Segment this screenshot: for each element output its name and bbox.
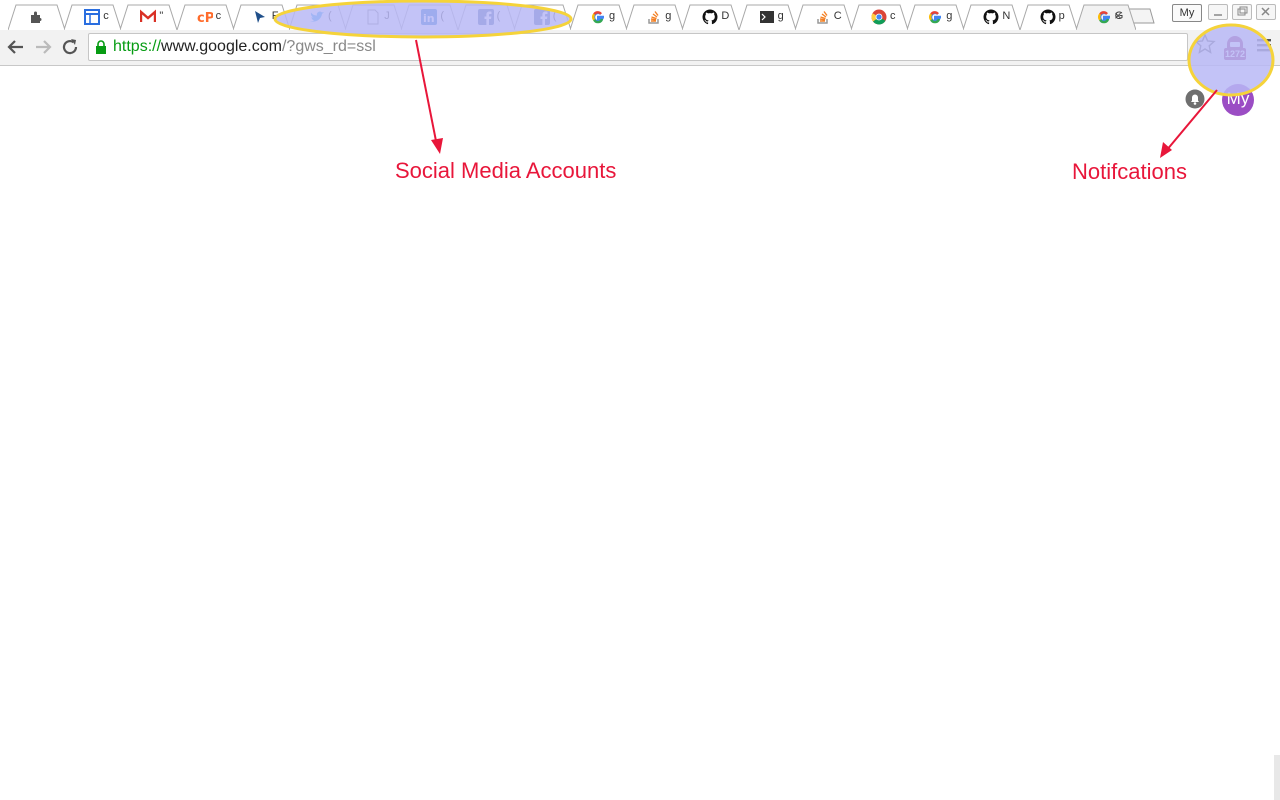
twitter-icon [309, 9, 325, 25]
linkedin-icon: in [421, 9, 438, 25]
terminal-icon [759, 9, 775, 25]
tab-title: C [833, 10, 842, 22]
puzzle-icon [28, 9, 44, 25]
stackoverflow-icon [815, 9, 831, 25]
google-icon [927, 9, 943, 25]
tab-title: ( [496, 10, 501, 22]
tab[interactable]: C [794, 4, 852, 30]
tab[interactable]: g [738, 4, 796, 30]
tab-title: g [609, 10, 616, 22]
tab[interactable]: c [64, 4, 122, 30]
chrome-menu-icon[interactable] [1256, 38, 1272, 52]
tab-title: g [777, 10, 784, 22]
tab[interactable]: J [345, 4, 403, 30]
tab[interactable]: p [1019, 4, 1077, 30]
tab-title: ( [328, 10, 332, 22]
google-icon [590, 9, 606, 25]
extension-notification-icon[interactable]: 1272 [1222, 34, 1248, 62]
cpanel-icon: cP [197, 9, 214, 26]
tab-title: ( [440, 10, 445, 22]
annotation-overlay [273, 0, 1275, 158]
tab-title: c [103, 10, 109, 22]
social-arrowhead-icon [431, 138, 443, 154]
gmail-icon [140, 9, 157, 25]
tab[interactable]: ( [289, 4, 346, 30]
tab[interactable]: F [232, 4, 290, 30]
notifications-bell-icon[interactable] [1185, 89, 1205, 109]
tab-title: D [721, 10, 730, 22]
chrome-icon [871, 9, 887, 25]
tab[interactable]: g [570, 4, 627, 30]
tab-title: c [890, 10, 896, 22]
bookmark-star-icon[interactable] [1194, 33, 1216, 55]
document-icon [365, 9, 381, 25]
extension-badge-count: 1272 [1225, 49, 1246, 59]
url-scheme: https:// [113, 38, 162, 55]
address-bar[interactable]: https://www.google.com/?gws_rd=ssl [88, 33, 1188, 61]
tab-title: J [384, 10, 390, 22]
browser-chrome: c " cP c F(Jin(((g g Dg Cc g Np G × My https://www.… [0, 0, 1280, 66]
social-media-annotation: Social Media Accounts [395, 158, 617, 183]
cursor-icon [253, 9, 269, 25]
tab[interactable]: " [120, 4, 178, 30]
reload-icon[interactable] [59, 36, 81, 58]
github-icon [1040, 9, 1056, 25]
github-icon [983, 9, 999, 25]
tab-title: c [215, 10, 222, 22]
tab[interactable]: ( [513, 4, 571, 30]
tab-title: N [1002, 10, 1011, 22]
svg-text:cP: cP [197, 11, 213, 25]
tab-title: p [1058, 10, 1065, 22]
url-path: /?gws_rd=ssl [281, 38, 376, 55]
tab-title: g [946, 10, 953, 22]
calendar-icon [84, 9, 101, 25]
notifications-arrowhead-icon [1160, 142, 1172, 158]
url-host: www.google.com [161, 38, 282, 55]
tab-title: g [665, 10, 672, 22]
facebook-icon [477, 9, 494, 25]
forward-arrow-icon[interactable] [32, 36, 54, 58]
profile-switcher[interactable]: My [1172, 4, 1202, 22]
lock-icon[interactable] [95, 40, 107, 54]
facebook-icon [533, 9, 550, 25]
account-avatar[interactable]: My [1222, 84, 1254, 116]
tab[interactable]: c [851, 4, 908, 30]
tab[interactable]: G × [1075, 4, 1136, 30]
tab[interactable]: g [907, 4, 965, 30]
tab-title: ( [552, 10, 557, 22]
scrollbar-stub [1274, 755, 1280, 800]
close-window-button[interactable] [1256, 4, 1276, 20]
minimize-button[interactable] [1208, 4, 1228, 20]
tab-title: " [159, 10, 164, 22]
tab[interactable]: in ( [401, 4, 459, 30]
tab[interactable]: ( [457, 4, 515, 30]
tab-title: F [271, 10, 279, 22]
tab[interactable] [8, 4, 65, 30]
url-text[interactable]: https://www.google.com/?gws_rd=ssl [113, 38, 376, 56]
tab[interactable]: D [682, 4, 740, 30]
svg-text:in: in [423, 12, 435, 25]
close-tab-icon[interactable]: × [1114, 8, 1122, 23]
notifications-annotation: Notifcations [1072, 159, 1187, 184]
google-icon [1096, 9, 1112, 25]
tab-strip: c " cP c F(Jin(((g g Dg Cc g Np G × My [0, 0, 1280, 30]
tab[interactable]: N [963, 4, 1021, 30]
stackoverflow-icon [646, 9, 662, 25]
tab[interactable]: cP c [176, 4, 234, 30]
toolbar: https://www.google.com/?gws_rd=ssl [0, 30, 1280, 66]
restore-button[interactable] [1232, 4, 1252, 20]
back-arrow-icon[interactable] [5, 36, 27, 58]
github-icon [702, 9, 718, 25]
tab[interactable]: g [626, 4, 684, 30]
